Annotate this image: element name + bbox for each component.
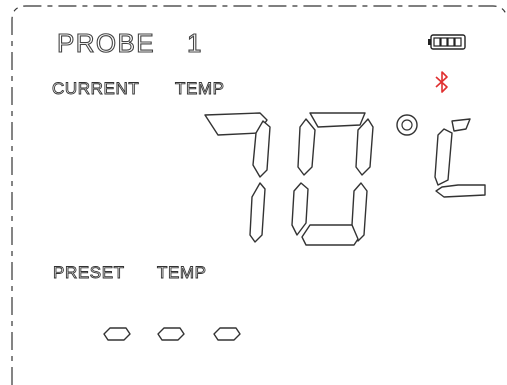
battery-icon — [428, 34, 466, 50]
preset-dash-3 — [213, 327, 241, 341]
lcd-display: PROBE 1 CURRENT TEMP PRESET TEMP — [0, 0, 507, 385]
digit-7 — [204, 112, 271, 243]
digit-0 — [291, 112, 374, 246]
probe-number: 1 — [186, 27, 202, 58]
preset-temp-label: TEMP — [157, 263, 207, 283]
preset-dash-2 — [157, 327, 185, 341]
bluetooth-icon — [435, 71, 448, 93]
current-temperature-display — [204, 112, 486, 246]
degree-symbol — [396, 114, 418, 136]
current-label: CURRENT — [52, 79, 140, 99]
current-temp-label: TEMP — [175, 79, 225, 99]
preset-temperature-display — [103, 327, 241, 341]
probe-label: PROBE — [56, 27, 156, 58]
preset-dash-1 — [103, 327, 131, 341]
preset-label: PRESET — [53, 263, 125, 283]
celsius-c — [434, 118, 486, 198]
